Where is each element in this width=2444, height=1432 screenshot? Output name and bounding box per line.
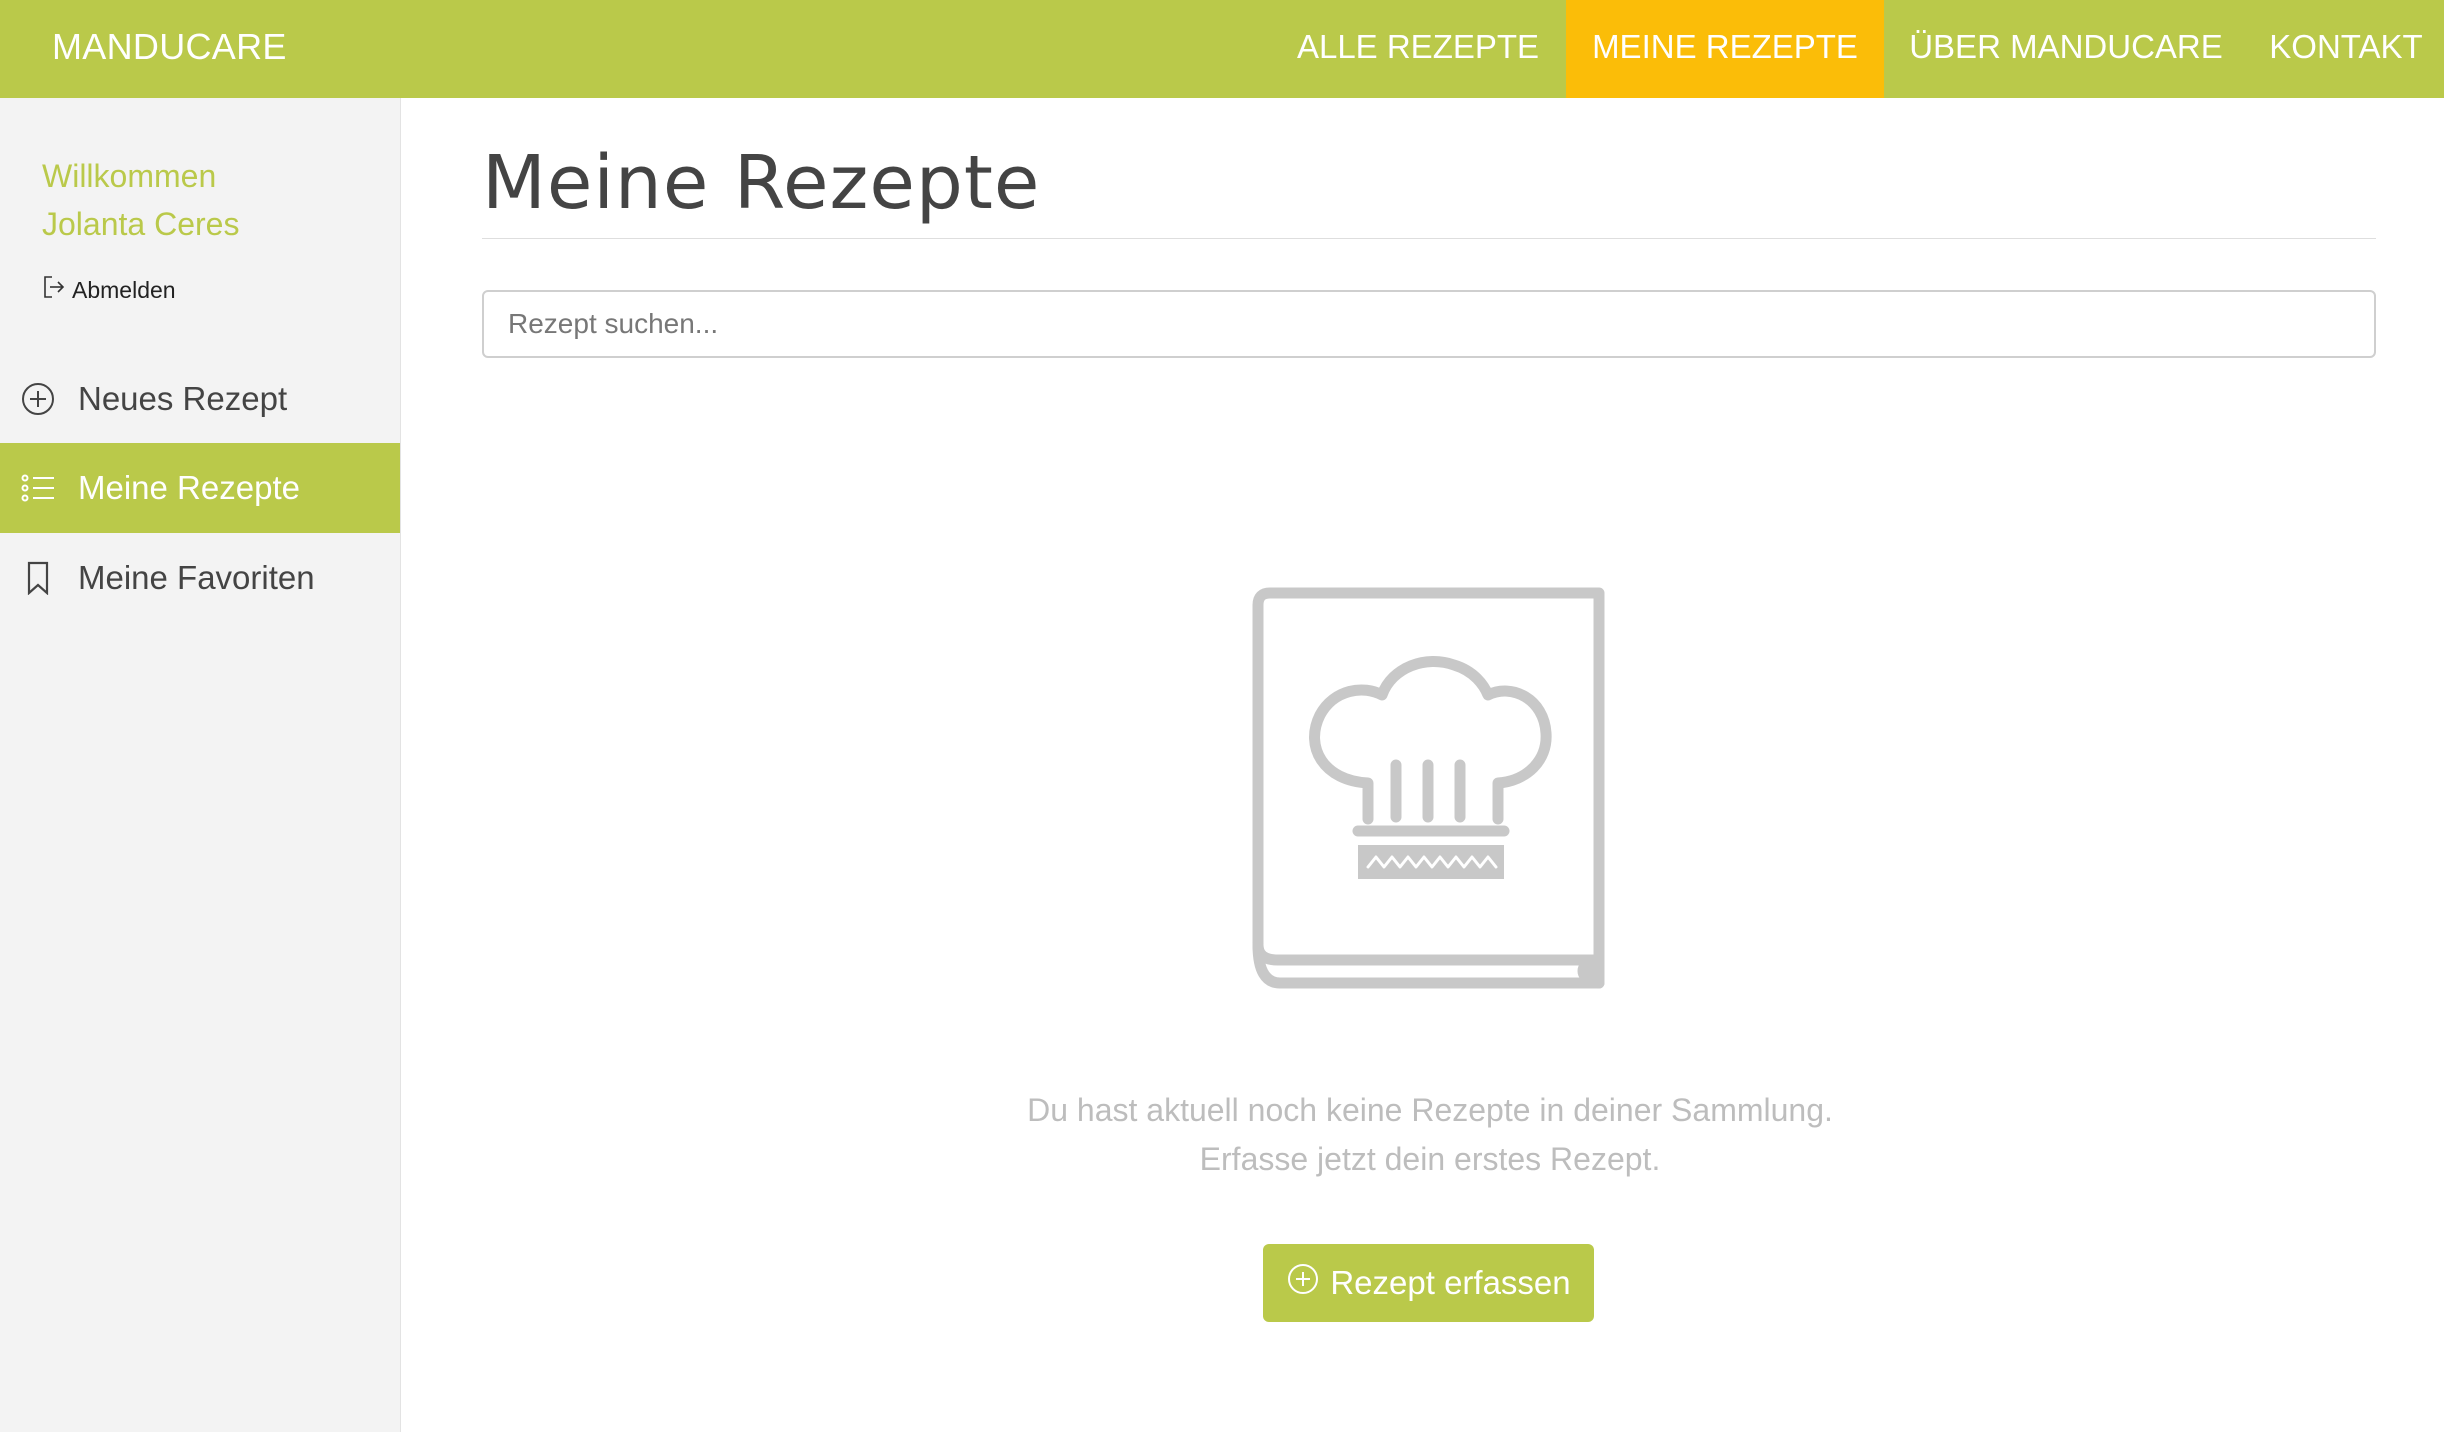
sidebar-item-meine-favoriten[interactable]: Meine Favoriten xyxy=(0,533,400,623)
create-recipe-button[interactable]: Rezept erfassen xyxy=(1263,1244,1594,1322)
logout-label: Abmelden xyxy=(72,276,176,303)
nav-ueber-manducare[interactable]: ÜBER MANDUCARE xyxy=(1884,0,2248,98)
nav-meine-rezepte[interactable]: MEINE REZEPTE xyxy=(1566,0,1884,98)
sidebar: Willkommen Jolanta Ceres Abmelden Neues … xyxy=(0,98,401,1432)
welcome-username: Jolanta Ceres xyxy=(42,206,240,242)
welcome-greeting: Willkommen xyxy=(42,158,217,194)
welcome-message: Willkommen Jolanta Ceres xyxy=(42,152,239,248)
sidebar-item-label: Meine Rezepte xyxy=(78,469,300,506)
recipe-search-input[interactable] xyxy=(482,290,2376,358)
bookmark-icon xyxy=(18,558,58,598)
main-nav: ALLE REZEPTE MEINE REZEPTE ÜBER MANDUCAR… xyxy=(0,0,2444,98)
logout-link[interactable]: Abmelden xyxy=(42,274,176,306)
empty-state-line2: Erfasse jetzt dein erstes Rezept. xyxy=(1199,1141,1661,1177)
plus-circle-icon xyxy=(18,379,58,419)
empty-state-line1: Du hast aktuell noch keine Rezepte in de… xyxy=(1027,1092,1833,1128)
nav-kontakt[interactable]: KONTAKT xyxy=(2248,0,2444,98)
nav-alle-rezepte[interactable]: ALLE REZEPTE xyxy=(1270,0,1566,98)
list-icon xyxy=(18,468,58,508)
title-divider xyxy=(482,238,2376,239)
page-title: Meine Rezepte xyxy=(482,140,1041,226)
sidebar-item-label: Neues Rezept xyxy=(78,380,288,417)
create-recipe-label: Rezept erfassen xyxy=(1330,1264,1571,1301)
sidebar-item-neues-rezept[interactable]: Neues Rezept xyxy=(0,354,400,444)
sidebar-item-label: Meine Favoriten xyxy=(78,559,315,596)
sidebar-item-meine-rezepte[interactable]: Meine Rezepte xyxy=(0,443,400,533)
logout-icon xyxy=(42,274,66,306)
plus-circle-icon xyxy=(1286,1262,1320,1304)
cookbook-chef-hat-icon xyxy=(1250,585,1610,991)
top-navbar: MANDUCARE ALLE REZEPTE MEINE REZEPTE ÜBE… xyxy=(0,0,2444,98)
empty-state-message: Du hast aktuell noch keine Rezepte in de… xyxy=(822,1086,2038,1184)
